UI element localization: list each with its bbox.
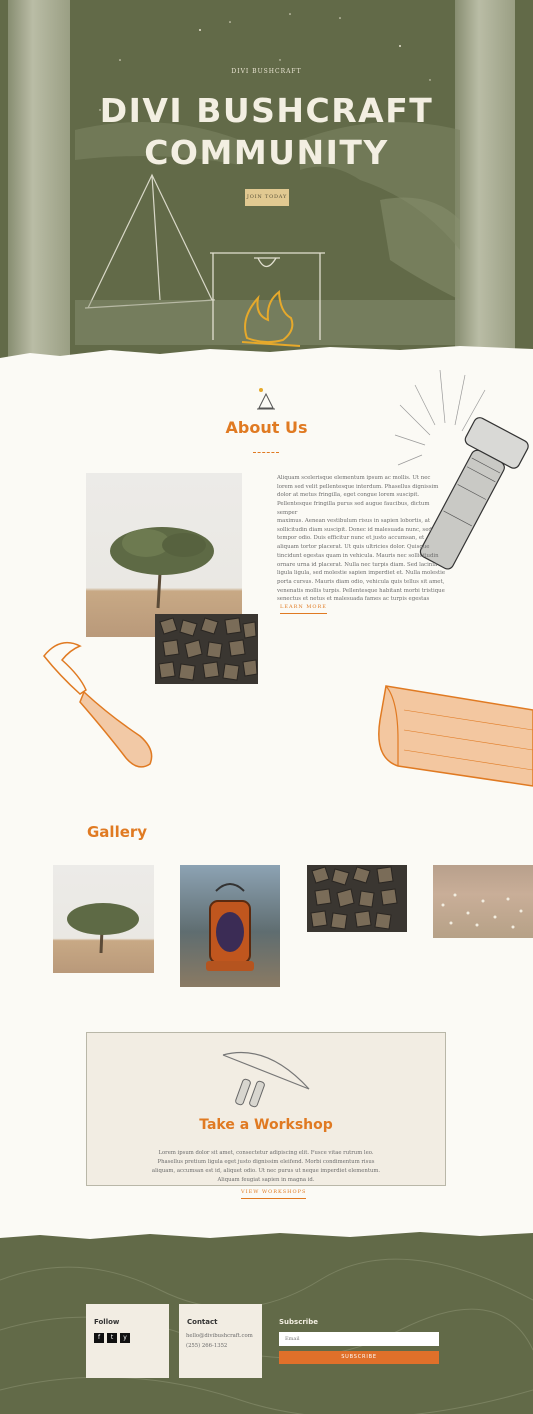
follow-heading: Follow (94, 1318, 120, 1326)
hero-eyebrow: DIVI BUSHCRAFT (231, 68, 302, 75)
hero-title: DIVI BUSHCRAFT COMMUNITY (0, 90, 533, 174)
leather-strap-illustration (374, 680, 533, 790)
youtube-icon[interactable]: y (120, 1333, 130, 1343)
learn-more-link[interactable]: LEARN MORE (280, 604, 327, 614)
about-paragraph-1: Aliquam scelerisque elementum ipsum ac m… (277, 475, 439, 516)
follow-card: Follow f t y (86, 1304, 169, 1378)
view-workshops-link[interactable]: VIEW WORKSHOPS (241, 1189, 307, 1199)
hero-title-line1: DIVI BUSHCRAFT (99, 91, 434, 130)
campfire-logo-icon (253, 384, 279, 412)
gallery-heading: Gallery (87, 823, 148, 841)
about-tree-photo (86, 473, 242, 637)
hero-title-line2: COMMUNITY (144, 133, 389, 172)
saw-and-knives-icon (217, 1043, 317, 1113)
facebook-icon[interactable]: f (94, 1333, 104, 1343)
workshop-heading: Take a Workshop (199, 1117, 333, 1133)
hero-section: DIVI BUSHCRAFT DIVI BUSHCRAFT COMMUNITY … (0, 0, 533, 360)
gallery-tree-photo[interactable] (53, 865, 154, 973)
contact-email[interactable]: hello@divibushcraft.com (186, 1332, 253, 1341)
subscribe-heading: Subscribe (279, 1318, 318, 1326)
workshop-body: Lorem ipsum dolor sit amet, consectetur … (151, 1150, 381, 1183)
footer: Follow f t y Contact hello@divibushcraft… (0, 1240, 533, 1414)
contact-phone: (255) 266-1352 (186, 1343, 228, 1349)
gallery-lantern-photo[interactable] (180, 865, 280, 987)
about-firewood-photo (155, 614, 258, 684)
twitter-icon[interactable]: t (107, 1333, 117, 1343)
campsite-illustration (0, 0, 533, 360)
email-input[interactable] (279, 1332, 439, 1346)
contact-heading: Contact (187, 1318, 218, 1326)
topographic-pattern (0, 1258, 533, 1414)
gallery-meadow-photo[interactable] (433, 865, 533, 938)
contact-card: Contact hello@divibushcraft.com (255) 26… (179, 1304, 262, 1378)
knife-illustration (40, 636, 160, 772)
moon-icon (138, 32, 168, 71)
join-today-button[interactable]: JOIN TODAY (245, 189, 289, 206)
about-divider (253, 452, 279, 453)
about-paragraph-2: maximus. Aenean vestibulum risus in sapi… (277, 518, 446, 603)
subscribe-button[interactable]: SUBSCRIBE (279, 1351, 439, 1364)
gallery-firewood-photo[interactable] (307, 865, 407, 932)
workshop-card: Take a Workshop Lorem ipsum dolor sit am… (86, 1032, 446, 1199)
